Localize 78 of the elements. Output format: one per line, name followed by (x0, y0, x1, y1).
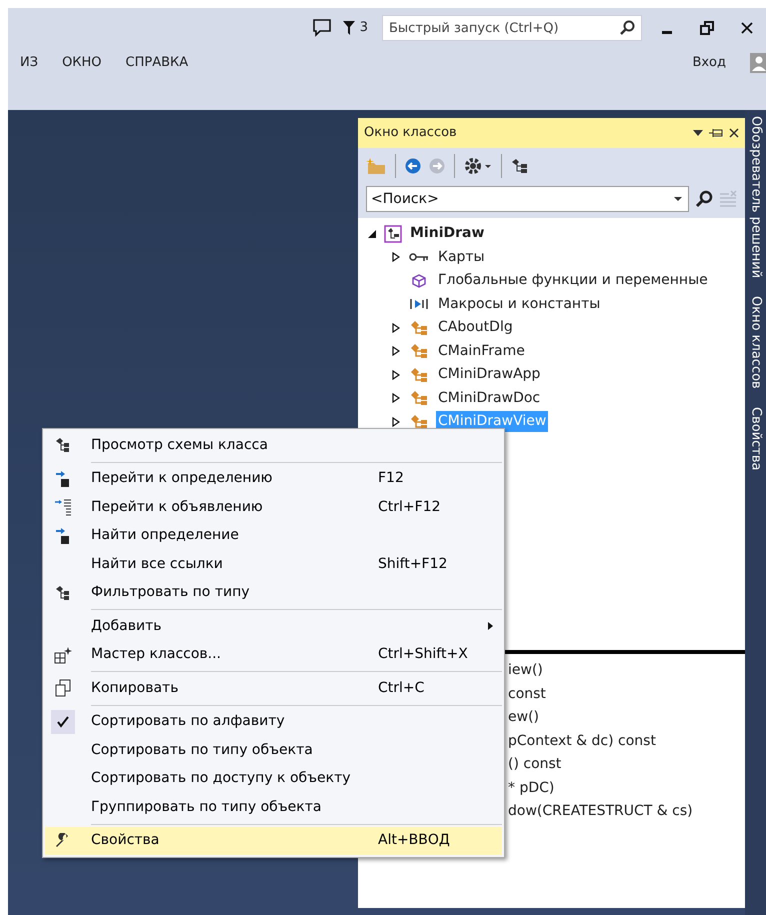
menu-item[interactable]: Свойства Alt+ВВОД (45, 826, 502, 855)
collapsed-arrow-icon[interactable] (392, 346, 400, 356)
menu-item[interactable]: Сортировать по алфавиту (45, 708, 502, 736)
class-wizard-icon (54, 646, 72, 664)
macro-icon (410, 298, 428, 310)
tree-item[interactable]: CMainFrame (436, 340, 527, 362)
menu-item[interactable]: Группировать по типу объекта (45, 793, 502, 822)
member-item[interactable]: * pDC) (508, 778, 745, 801)
notification-count: 3 (360, 19, 368, 38)
tree-item[interactable]: CAboutDlg (436, 317, 515, 338)
menu-item[interactable]: Копировать Ctrl+C (45, 674, 502, 702)
class-icon (410, 366, 428, 383)
menu-item[interactable]: ИЗ (8, 53, 50, 73)
collapsed-arrow-icon[interactable] (392, 416, 400, 427)
sign-in-link[interactable]: Вход (692, 53, 726, 73)
class-diagram-icon (55, 437, 71, 454)
class-diagram-icon (55, 584, 71, 601)
search-icon[interactable] (695, 190, 713, 208)
menu-item[interactable]: Найти все ссылки Shift+F12 (45, 550, 502, 578)
menu-item[interactable]: Мастер классов... Ctrl+Shift+X (45, 640, 502, 669)
menu-item[interactable]: Найти определение (45, 522, 502, 550)
tree-item[interactable]: CMiniDrawDoc (436, 388, 542, 409)
menu-item[interactable]: Фильтровать по типу (45, 578, 502, 607)
go-to-declaration-icon (54, 498, 72, 516)
copy-icon (55, 679, 71, 698)
collapsed-arrow-icon[interactable] (392, 322, 400, 333)
collapsed-arrow-icon[interactable] (392, 252, 400, 262)
menu-item[interactable]: ОКНО (50, 53, 114, 73)
key-icon (409, 252, 429, 262)
side-tab[interactable]: Свойства (746, 406, 766, 470)
menu-item[interactable]: Сортировать по типу объекта (45, 736, 502, 764)
go-to-definition-icon (55, 526, 71, 545)
tree-item[interactable]: CMiniDrawApp (436, 364, 542, 386)
member-item[interactable]: const (508, 684, 745, 707)
class-icon (410, 390, 428, 406)
member-item[interactable]: ew() (508, 707, 745, 730)
filter-icon[interactable] (342, 20, 356, 36)
quick-launch-field[interactable]: Быстрый запуск (Ctrl+Q) (382, 15, 642, 41)
project-icon (384, 224, 402, 243)
class-icon (410, 414, 428, 430)
member-item[interactable]: dow(CREATESTRUCT & cs) (508, 801, 745, 824)
menu-item[interactable]: Просмотр схемы класса (45, 431, 502, 460)
user-icon[interactable] (750, 53, 766, 73)
menu-item[interactable]: Перейти к объявлению Ctrl+F12 (45, 493, 502, 522)
class-icon (410, 343, 428, 360)
minimize-icon (662, 30, 672, 34)
expanded-arrow-icon[interactable] (368, 230, 376, 238)
submenu-arrow-icon (488, 622, 493, 630)
feedback-icon[interactable] (312, 18, 332, 38)
collapsed-arrow-icon[interactable] (392, 393, 400, 404)
tree-item[interactable]: MiniDraw (408, 223, 486, 244)
side-tab[interactable]: Окно классов (746, 296, 766, 389)
menu-item[interactable]: Сортировать по доступу к объекту (45, 764, 502, 793)
tree-item[interactable]: Глобальные функции и переменные (436, 270, 710, 292)
pin-icon[interactable] (709, 128, 723, 138)
menu-item[interactable]: Добавить (45, 612, 502, 640)
tree-item[interactable]: Карты (436, 246, 487, 268)
checkmark-icon (57, 716, 69, 728)
cube-icon (412, 274, 426, 288)
dropdown-icon[interactable] (693, 129, 703, 137)
dropdown-icon (674, 196, 682, 202)
menu-item[interactable]: СПРАВКА (114, 53, 200, 73)
menu-item[interactable]: Перейти к определению F12 (45, 464, 502, 493)
close-icon[interactable] (729, 128, 739, 138)
go-to-definition-icon (55, 470, 71, 488)
wrench-icon (55, 832, 71, 849)
tree-item[interactable]: Макросы и константы (436, 294, 602, 315)
search-icon (619, 20, 635, 36)
class-icon (410, 320, 428, 336)
side-tab[interactable]: Обозреватель решений (746, 116, 766, 278)
panel-title: Окно классов (364, 124, 458, 142)
close-icon (741, 22, 753, 34)
search-combo-box[interactable]: <Поиск> (366, 186, 689, 212)
member-item[interactable]: () const (508, 754, 745, 778)
restore-icon (700, 21, 714, 35)
member-item[interactable]: pContext & dc) const (508, 730, 745, 754)
member-item[interactable]: iew() (508, 660, 745, 684)
collapsed-arrow-icon[interactable] (392, 370, 400, 380)
